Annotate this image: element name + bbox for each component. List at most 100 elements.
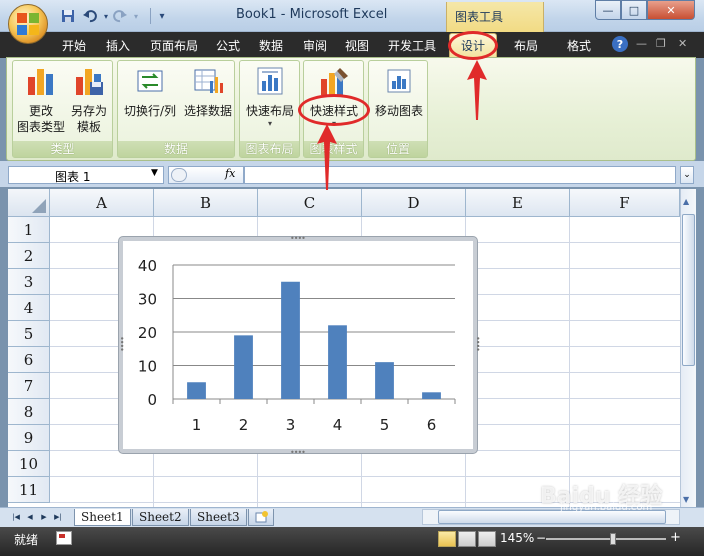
help-icon[interactable]: ? [612, 36, 628, 52]
y-tick-label: 0 [147, 391, 157, 409]
column-header-b[interactable]: B [154, 189, 258, 217]
row-header-6[interactable]: 6 [8, 347, 50, 373]
chart-resize-handle[interactable]: •••• [473, 336, 482, 351]
row-header-3[interactable]: 3 [8, 269, 50, 295]
save-as-template-button[interactable]: 另存为 模板 [65, 65, 113, 135]
ribbon-minimize-icon[interactable]: — [636, 37, 647, 50]
save-icon[interactable] [60, 8, 76, 24]
button-label: 更改 [28, 104, 53, 118]
zoom-in-icon[interactable]: + [670, 530, 681, 545]
tab-page-layout[interactable]: 页面布局 [150, 34, 198, 56]
ribbon-restore-icon[interactable]: ❐ [656, 37, 666, 50]
row-header-1[interactable]: 1 [8, 217, 50, 243]
scroll-up-icon[interactable]: ▲ [683, 197, 689, 206]
tab-insert[interactable]: 插入 [106, 34, 130, 56]
customize-icon[interactable]: ▾ [154, 8, 170, 24]
tab-format[interactable]: 格式 [567, 34, 591, 56]
page-break-view-button[interactable] [478, 531, 496, 547]
next-sheet-icon[interactable]: ▶ [38, 510, 50, 524]
sheet-tab-sheet3[interactable]: Sheet3 [190, 509, 247, 526]
column-header-c[interactable]: C [258, 189, 362, 217]
page-layout-view-button[interactable] [458, 531, 476, 547]
sheet-tab-sheet1[interactable]: Sheet1 [74, 509, 131, 526]
insert-sheet-tab[interactable] [248, 509, 274, 526]
row-header-9[interactable]: 9 [8, 425, 50, 451]
corner-triangle-icon [32, 199, 46, 213]
undo-icon[interactable] [82, 8, 98, 24]
row-header-11[interactable]: 11 [8, 477, 50, 503]
quick-layout-button[interactable]: 快速布局 ▾ [242, 65, 298, 129]
x-tick-label: 1 [192, 416, 202, 434]
change-chart-type-button[interactable]: 更改 图表类型 [17, 65, 65, 135]
redo-dropdown-icon[interactable]: ▾ [128, 8, 144, 24]
move-chart-button[interactable]: 移动图表 [371, 65, 427, 119]
redo-icon[interactable] [112, 8, 128, 24]
context-group-label: 图表工具 [455, 10, 504, 24]
row-gridline [50, 476, 680, 477]
tab-data[interactable]: 数据 [259, 34, 283, 56]
formula-buttons: fx [168, 166, 244, 184]
zoom-out-icon[interactable]: − [536, 531, 546, 545]
insert-sheet-icon [255, 511, 268, 523]
zoom-slider[interactable] [546, 538, 666, 540]
select-data-button[interactable]: 选择数据 [180, 65, 236, 119]
column-header-d[interactable]: D [362, 189, 466, 217]
row-header-2[interactable]: 2 [8, 243, 50, 269]
bar-chart: 0 10 20 30 40 1 2 3 4 5 6 [138, 257, 456, 434]
zoom-level[interactable]: 145% [500, 531, 534, 545]
button-label: 快速布局 [245, 104, 294, 118]
tab-layout[interactable]: 布局 [514, 34, 538, 56]
button-label: 图表类型 [17, 120, 66, 134]
select-all-corner[interactable] [8, 189, 50, 217]
annotation-arrow-up-icon [467, 60, 487, 120]
sheet-tab-sheet2[interactable]: Sheet2 [132, 509, 189, 526]
name-box-dropdown-icon[interactable]: ▼ [151, 168, 158, 178]
row-header-4[interactable]: 4 [8, 295, 50, 321]
annotation-ellipse-quick-styles [298, 94, 370, 126]
tab-review[interactable]: 审阅 [303, 34, 327, 56]
scroll-down-icon[interactable]: ▼ [683, 495, 689, 504]
normal-view-button[interactable] [438, 531, 456, 547]
chart-resize-handle[interactable]: •••• [290, 448, 306, 457]
save-template-icon [76, 69, 103, 95]
y-tick-label: 30 [138, 291, 157, 309]
office-button[interactable] [8, 4, 48, 44]
prev-sheet-icon[interactable]: ◀ [24, 510, 36, 524]
quick-layout-icon [257, 67, 283, 95]
zoom-slider-thumb[interactable] [610, 533, 616, 545]
watermark-url: jingyan.baidu.com [560, 502, 653, 513]
ribbon-close-icon[interactable]: ✕ [678, 37, 687, 50]
status-ready-text: 就绪 [14, 533, 39, 547]
column-header-e[interactable]: E [466, 189, 570, 217]
formula-input[interactable] [244, 166, 676, 184]
insert-function-button[interactable]: fx [225, 167, 235, 180]
bar [187, 382, 206, 399]
tab-home[interactable]: 开始 [62, 34, 86, 56]
row-header-7[interactable]: 7 [8, 373, 50, 399]
bar [375, 362, 394, 399]
column-header-f[interactable]: F [570, 189, 680, 217]
maximize-button[interactable]: □ [621, 0, 647, 20]
tab-formulas[interactable]: 公式 [216, 34, 240, 56]
button-label: 移动图表 [374, 104, 423, 118]
name-box[interactable]: 图表 1 ▼ [8, 166, 164, 184]
first-sheet-icon[interactable]: |◀ [10, 510, 22, 524]
y-tick-label: 20 [138, 324, 157, 342]
tab-developer[interactable]: 开发工具 [388, 34, 436, 56]
row-header-8[interactable]: 8 [8, 399, 50, 425]
switch-row-column-icon [137, 70, 163, 92]
row-header-10[interactable]: 10 [8, 451, 50, 477]
column-header-a[interactable]: A [50, 189, 154, 217]
macro-record-icon[interactable] [56, 531, 72, 545]
macro-record-dot [59, 534, 65, 538]
close-button[interactable]: ✕ [647, 0, 695, 20]
last-sheet-icon[interactable]: ▶| [52, 510, 64, 524]
minimize-button[interactable]: — [595, 0, 621, 20]
column-gridline [569, 217, 570, 507]
quick-styles-icon [321, 68, 348, 95]
vertical-scroll-thumb[interactable] [682, 214, 695, 366]
row-header-5[interactable]: 5 [8, 321, 50, 347]
tab-view[interactable]: 视图 [345, 34, 369, 56]
switch-row-column-button[interactable]: 切换行/列 [120, 65, 180, 119]
formula-expand-icon[interactable]: ⌄ [680, 166, 694, 184]
